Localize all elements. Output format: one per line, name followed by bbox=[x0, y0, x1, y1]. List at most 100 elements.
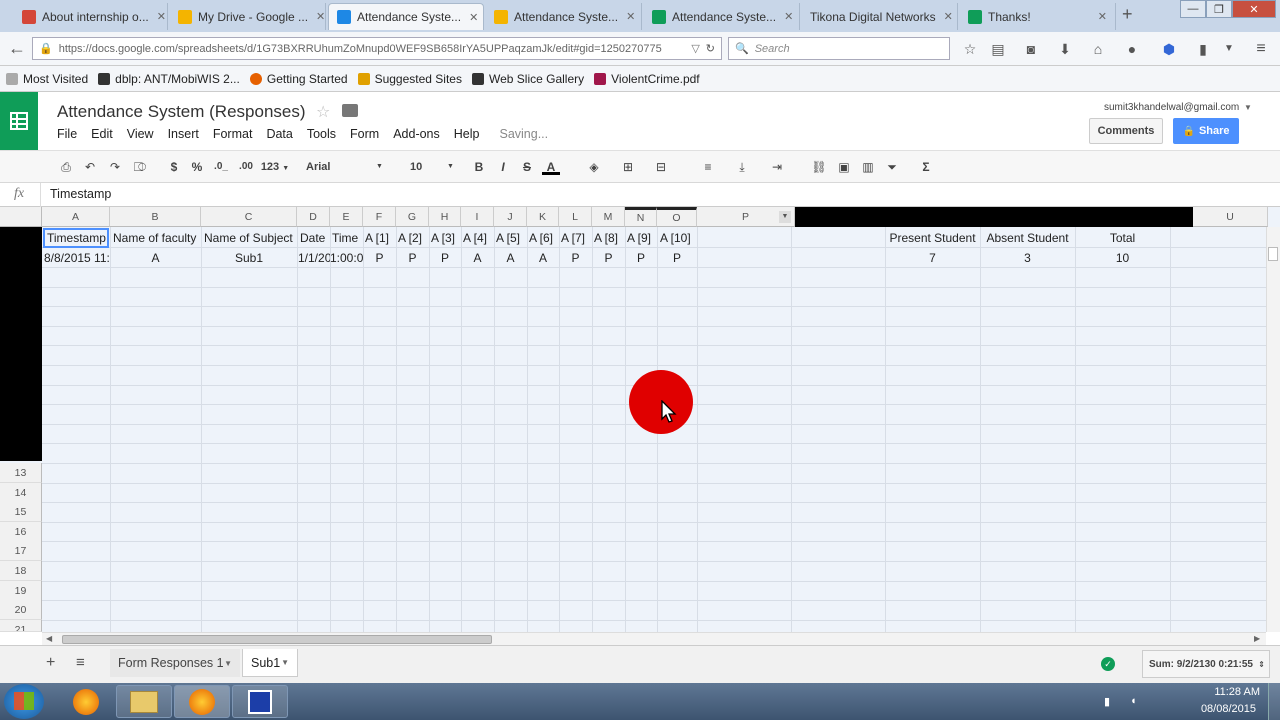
user-email[interactable]: sumit3khandelwal@gmail.com bbox=[1104, 102, 1239, 113]
column-header-d[interactable]: D bbox=[297, 207, 330, 227]
data-cell[interactable]: P bbox=[657, 248, 697, 268]
download-icon[interactable]: ⬇ bbox=[1056, 40, 1074, 58]
minimize-icon[interactable]: — bbox=[1180, 0, 1206, 18]
browser-tab[interactable]: Attendance Syste... ✕ bbox=[486, 3, 642, 30]
data-cell[interactable]: P bbox=[396, 248, 429, 268]
menu-form[interactable]: Form bbox=[350, 127, 379, 141]
sheets-logo-icon[interactable] bbox=[0, 92, 38, 150]
browser-tab[interactable]: Thanks! ✕ bbox=[960, 3, 1116, 30]
data-cell[interactable]: P bbox=[592, 248, 625, 268]
strikethrough-button[interactable]: S bbox=[520, 159, 534, 175]
bold-button[interactable]: B bbox=[472, 159, 486, 175]
vertical-align-icon[interactable]: ⤓ bbox=[734, 159, 750, 175]
paint-format-icon[interactable]: ⎄ bbox=[132, 159, 148, 175]
formula-input[interactable]: Timestamp bbox=[50, 187, 111, 201]
row-header[interactable]: 21 bbox=[0, 620, 42, 632]
firefox-window-taskbar-icon[interactable] bbox=[174, 685, 230, 718]
chart-icon[interactable]: ▥ bbox=[860, 159, 876, 175]
column-header-f[interactable]: F bbox=[363, 207, 396, 227]
menu-help[interactable]: Help bbox=[454, 127, 480, 141]
header-cell[interactable]: Name of faculty bbox=[113, 228, 201, 248]
bookmark-item[interactable]: dblp: ANT/MobiWIS 2... bbox=[98, 72, 240, 86]
show-desktop-button[interactable] bbox=[1268, 683, 1280, 720]
close-icon[interactable]: ✕ bbox=[308, 10, 325, 23]
header-cell[interactable]: A [1] bbox=[365, 228, 396, 248]
column-header-u[interactable]: U bbox=[1193, 207, 1268, 227]
data-cell[interactable]: P bbox=[429, 248, 461, 268]
more-formats-button[interactable]: 123 ▼ bbox=[260, 159, 290, 175]
header-cell[interactable]: A [2] bbox=[398, 228, 429, 248]
row-header[interactable]: 19 bbox=[0, 581, 42, 601]
absent-count-cell[interactable]: 3 bbox=[980, 248, 1075, 268]
search-input[interactable]: 🔍 Search bbox=[728, 37, 950, 60]
clock-date[interactable]: 08/08/2015 bbox=[1166, 703, 1256, 715]
header-cell[interactable]: Present Student bbox=[885, 228, 980, 248]
header-cell[interactable]: A [10] bbox=[660, 228, 697, 248]
data-cell[interactable]: A bbox=[461, 248, 494, 268]
close-icon[interactable]: ✕ bbox=[618, 10, 635, 23]
data-cell[interactable]: P bbox=[363, 248, 396, 268]
column-header-h[interactable]: H bbox=[429, 207, 461, 227]
column-header-e[interactable]: E bbox=[330, 207, 363, 227]
data-cell[interactable]: A bbox=[494, 248, 527, 268]
row-header[interactable]: 16 bbox=[0, 522, 42, 542]
vertical-scroll-thumb[interactable] bbox=[1268, 247, 1278, 261]
browser-tab[interactable]: Tikona Digital Networks ✕ bbox=[802, 3, 958, 30]
header-cell[interactable]: Name of Subject bbox=[204, 228, 297, 248]
column-header-b[interactable]: B bbox=[110, 207, 201, 227]
data-cell[interactable]: P bbox=[625, 248, 657, 268]
pocket-icon[interactable]: ◙ bbox=[1022, 40, 1040, 58]
column-header-i[interactable]: I bbox=[461, 207, 494, 227]
chevron-down-icon[interactable]: ▼ bbox=[281, 658, 289, 667]
bookmark-item[interactable]: Suggested Sites bbox=[357, 72, 462, 86]
percent-button[interactable]: % bbox=[190, 159, 204, 175]
menu-addons[interactable]: Add-ons bbox=[393, 127, 440, 141]
row-header[interactable]: 14 bbox=[0, 483, 42, 503]
bookmark-item[interactable]: Getting Started bbox=[249, 72, 348, 86]
header-cell[interactable]: Absent Student bbox=[980, 228, 1075, 248]
header-cell[interactable]: Time bbox=[332, 228, 363, 248]
row-header[interactable]: 15 bbox=[0, 502, 42, 522]
column-header-o[interactable]: O bbox=[657, 207, 697, 227]
undo-icon[interactable]: ↶ bbox=[82, 159, 98, 175]
functions-button[interactable]: Σ bbox=[918, 159, 934, 175]
column-header-k[interactable]: K bbox=[527, 207, 559, 227]
firefox-taskbar-icon[interactable] bbox=[58, 685, 114, 718]
menu-tools[interactable]: Tools bbox=[307, 127, 336, 141]
app-taskbar-icon[interactable] bbox=[232, 685, 288, 718]
selected-cell-a1[interactable]: Timestamp bbox=[43, 228, 109, 248]
browser-tab-active[interactable]: Attendance Syste... ✕ bbox=[328, 3, 484, 30]
clock-time[interactable]: 11:28 AM bbox=[1166, 686, 1260, 698]
browser-tab[interactable]: My Drive - Google ... ✕ bbox=[170, 3, 326, 30]
borders-icon[interactable]: ⊞ bbox=[620, 159, 636, 175]
horizontal-scrollbar[interactable]: ◀ ▶ bbox=[42, 632, 1266, 645]
browser-tab[interactable]: About internship o... ✕ bbox=[14, 3, 168, 30]
share-button[interactable]: 🔒 Share bbox=[1173, 118, 1239, 144]
menu-view[interactable]: View bbox=[127, 127, 154, 141]
scroll-left-icon[interactable]: ◀ bbox=[46, 634, 52, 643]
bookmark-item[interactable]: ViolentCrime.pdf bbox=[594, 72, 700, 86]
header-cell[interactable]: Date bbox=[300, 228, 330, 248]
column-header-m[interactable]: M bbox=[592, 207, 625, 227]
close-icon[interactable]: ✕ bbox=[1090, 10, 1107, 23]
vertical-scrollbar[interactable] bbox=[1266, 227, 1280, 632]
row-header[interactable]: 13 bbox=[0, 463, 42, 483]
data-cell[interactable]: A bbox=[527, 248, 559, 268]
header-cell[interactable]: A [7] bbox=[561, 228, 592, 248]
header-cell[interactable]: A [4] bbox=[463, 228, 494, 248]
column-header-j[interactable]: J bbox=[494, 207, 527, 227]
font-select[interactable]: Arial ▼ bbox=[306, 159, 386, 175]
header-cell[interactable]: A [3] bbox=[431, 228, 461, 248]
star-icon[interactable]: ☆ bbox=[316, 102, 330, 122]
menu-insert[interactable]: Insert bbox=[168, 127, 199, 141]
dropdown-icon[interactable]: ▽ bbox=[691, 42, 699, 55]
row-header[interactable]: 20 bbox=[0, 600, 42, 620]
total-count-cell[interactable]: 10 bbox=[1075, 248, 1170, 268]
header-cell[interactable]: A [5] bbox=[496, 228, 527, 248]
volume-icon[interactable]: ◖ bbox=[1130, 695, 1137, 707]
select-all-corner[interactable] bbox=[0, 207, 42, 227]
row-header[interactable]: 17 bbox=[0, 541, 42, 561]
merge-cells-icon[interactable]: ⊟ bbox=[652, 159, 670, 175]
data-cell[interactable]: A bbox=[110, 248, 201, 268]
text-wrap-icon[interactable]: ⇥ bbox=[768, 159, 786, 175]
